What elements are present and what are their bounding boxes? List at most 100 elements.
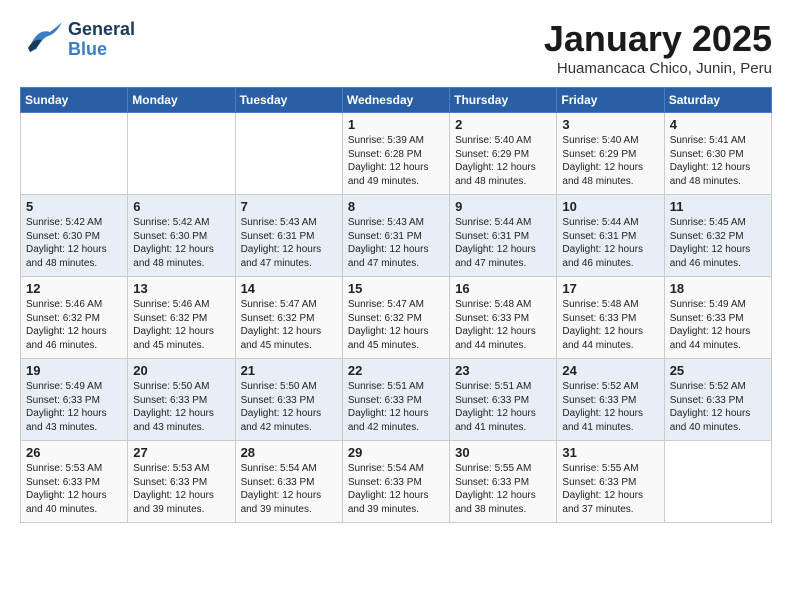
cell-info: Sunrise: 5:53 AMSunset: 6:33 PMDaylight:… <box>26 462 122 516</box>
cell-info: Sunrise: 5:54 AMSunset: 6:33 PMDaylight:… <box>348 462 444 516</box>
cell-w4-d1: 19 Sunrise: 5:49 AMSunset: 6:33 PMDayligh… <box>21 359 128 441</box>
page: General Blue January 2025 Huamancaca Chi… <box>0 0 792 612</box>
cell-w1-d4: 1 Sunrise: 5:39 AMSunset: 6:28 PMDaylight… <box>342 113 449 195</box>
cell-w2-d4: 8 Sunrise: 5:43 AMSunset: 6:31 PMDaylight… <box>342 195 449 277</box>
day-number: 18 <box>670 281 766 296</box>
logo-blue-text: Blue <box>68 40 135 60</box>
cell-info: Sunrise: 5:44 AMSunset: 6:31 PMDaylight:… <box>455 216 551 270</box>
cell-info: Sunrise: 5:53 AMSunset: 6:33 PMDaylight:… <box>133 462 229 516</box>
title-block: January 2025 Huamancaca Chico, Junin, Pe… <box>544 18 772 77</box>
cell-w2-d3: 7Sunrise: 5:43 AMSunset: 6:31 PMDaylight… <box>235 195 342 277</box>
cell-info: Sunrise: 5:55 AMSunset: 6:33 PMDaylight:… <box>455 462 551 516</box>
cell-info: Sunrise: 5:40 AMSunset: 6:29 PMDaylight:… <box>562 134 658 188</box>
day-number: 27 <box>133 445 229 460</box>
cell-w1-d1 <box>21 113 128 195</box>
cell-info: Sunrise: 5:54 AMSunset: 6:33 PMDaylight:… <box>241 462 337 516</box>
day-number: 12 <box>26 281 122 296</box>
day-number: 14 <box>241 281 337 296</box>
cell-w3-d4: 15 Sunrise: 5:47 AMSunset: 6:32 PMDayligh… <box>342 277 449 359</box>
cell-w1-d6: 3 Sunrise: 5:40 AMSunset: 6:29 PMDaylight… <box>557 113 664 195</box>
day-number: 3 <box>562 117 658 132</box>
cell-w5-d5: 30 Sunrise: 5:55 AMSunset: 6:33 PMDayligh… <box>450 441 557 523</box>
day-number: 31 <box>562 445 658 460</box>
cell-info: Sunrise: 5:45 AMSunset: 6:32 PMDaylight:… <box>670 216 766 270</box>
col-wednesday: Wednesday <box>342 88 449 113</box>
cell-w2-d2: 6 Sunrise: 5:42 AMSunset: 6:30 PMDaylight… <box>128 195 235 277</box>
cell-info: Sunrise: 5:43 AMSunset: 6:31 PMDaylight:… <box>348 216 444 270</box>
day-number: 6 <box>133 199 229 214</box>
cell-info: Sunrise: 5:52 AMSunset: 6:33 PMDaylight:… <box>562 380 658 434</box>
col-saturday: Saturday <box>664 88 771 113</box>
day-number: 20 <box>133 363 229 378</box>
cell-info: Sunrise: 5:46 AMSunset: 6:32 PMDaylight:… <box>133 298 229 352</box>
col-tuesday: Tuesday <box>235 88 342 113</box>
cell-w4-d2: 20 Sunrise: 5:50 AMSunset: 6:33 PMDayligh… <box>128 359 235 441</box>
cell-w2-d1: 5Sunrise: 5:42 AMSunset: 6:30 PMDaylight… <box>21 195 128 277</box>
day-number: 23 <box>455 363 551 378</box>
day-number: 19 <box>26 363 122 378</box>
day-number: 10 <box>562 199 658 214</box>
cell-w3-d1: 12 Sunrise: 5:46 AMSunset: 6:32 PMDayligh… <box>21 277 128 359</box>
day-number: 13 <box>133 281 229 296</box>
cell-w4-d7: 25Sunrise: 5:52 AMSunset: 6:33 PMDayligh… <box>664 359 771 441</box>
day-number: 25 <box>670 363 766 378</box>
cell-info: Sunrise: 5:51 AMSunset: 6:33 PMDaylight:… <box>455 380 551 434</box>
col-thursday: Thursday <box>450 88 557 113</box>
logo-label: General Blue <box>68 20 135 60</box>
cell-w4-d5: 23 Sunrise: 5:51 AMSunset: 6:33 PMDayligh… <box>450 359 557 441</box>
logo: General Blue <box>20 18 135 62</box>
week-row-3: 12 Sunrise: 5:46 AMSunset: 6:32 PMDayligh… <box>21 277 772 359</box>
day-number: 8 <box>348 199 444 214</box>
cell-info: Sunrise: 5:48 AMSunset: 6:33 PMDaylight:… <box>455 298 551 352</box>
cell-info: Sunrise: 5:47 AMSunset: 6:32 PMDaylight:… <box>348 298 444 352</box>
cell-info: Sunrise: 5:55 AMSunset: 6:33 PMDaylight:… <box>562 462 658 516</box>
week-row-4: 19 Sunrise: 5:49 AMSunset: 6:33 PMDayligh… <box>21 359 772 441</box>
day-number: 9 <box>455 199 551 214</box>
cell-w5-d4: 29Sunrise: 5:54 AMSunset: 6:33 PMDayligh… <box>342 441 449 523</box>
calendar-table: Sunday Monday Tuesday Wednesday Thursday… <box>20 87 772 523</box>
cell-w1-d5: 2 Sunrise: 5:40 AMSunset: 6:29 PMDaylight… <box>450 113 557 195</box>
cell-info: Sunrise: 5:48 AMSunset: 6:33 PMDaylight:… <box>562 298 658 352</box>
cell-w2-d6: 10 Sunrise: 5:44 AMSunset: 6:31 PMDayligh… <box>557 195 664 277</box>
cell-info: Sunrise: 5:42 AMSunset: 6:30 PMDaylight:… <box>133 216 229 270</box>
cell-info: Sunrise: 5:49 AMSunset: 6:33 PMDaylight:… <box>670 298 766 352</box>
cell-w4-d4: 22 Sunrise: 5:51 AMSunset: 6:33 PMDayligh… <box>342 359 449 441</box>
header: General Blue January 2025 Huamancaca Chi… <box>20 18 772 77</box>
week-row-1: 1 Sunrise: 5:39 AMSunset: 6:28 PMDaylight… <box>21 113 772 195</box>
cell-w5-d6: 31 Sunrise: 5:55 AMSunset: 6:33 PMDayligh… <box>557 441 664 523</box>
cell-w3-d2: 13 Sunrise: 5:46 AMSunset: 6:32 PMDayligh… <box>128 277 235 359</box>
cell-info: Sunrise: 5:49 AMSunset: 6:33 PMDaylight:… <box>26 380 122 434</box>
calendar-body: 1 Sunrise: 5:39 AMSunset: 6:28 PMDaylight… <box>21 113 772 523</box>
cell-w5-d1: 26Sunrise: 5:53 AMSunset: 6:33 PMDayligh… <box>21 441 128 523</box>
cell-w3-d7: 18 Sunrise: 5:49 AMSunset: 6:33 PMDayligh… <box>664 277 771 359</box>
cell-w2-d7: 11 Sunrise: 5:45 AMSunset: 6:32 PMDayligh… <box>664 195 771 277</box>
day-number: 1 <box>348 117 444 132</box>
header-row: Sunday Monday Tuesday Wednesday Thursday… <box>21 88 772 113</box>
col-monday: Monday <box>128 88 235 113</box>
day-number: 16 <box>455 281 551 296</box>
cell-info: Sunrise: 5:50 AMSunset: 6:33 PMDaylight:… <box>133 380 229 434</box>
day-number: 17 <box>562 281 658 296</box>
cell-w1-d2 <box>128 113 235 195</box>
day-number: 11 <box>670 199 766 214</box>
cell-info: Sunrise: 5:46 AMSunset: 6:32 PMDaylight:… <box>26 298 122 352</box>
day-number: 21 <box>241 363 337 378</box>
cell-info: Sunrise: 5:51 AMSunset: 6:33 PMDaylight:… <box>348 380 444 434</box>
cell-info: Sunrise: 5:44 AMSunset: 6:31 PMDaylight:… <box>562 216 658 270</box>
day-number: 28 <box>241 445 337 460</box>
cell-w1-d3 <box>235 113 342 195</box>
cell-w1-d7: 4Sunrise: 5:41 AMSunset: 6:30 PMDaylight… <box>664 113 771 195</box>
day-number: 15 <box>348 281 444 296</box>
cell-w5-d3: 28 Sunrise: 5:54 AMSunset: 6:33 PMDayligh… <box>235 441 342 523</box>
cell-info: Sunrise: 5:40 AMSunset: 6:29 PMDaylight:… <box>455 134 551 188</box>
day-number: 30 <box>455 445 551 460</box>
day-number: 22 <box>348 363 444 378</box>
cell-w3-d6: 17 Sunrise: 5:48 AMSunset: 6:33 PMDayligh… <box>557 277 664 359</box>
month-title: January 2025 <box>544 18 772 60</box>
week-row-5: 26Sunrise: 5:53 AMSunset: 6:33 PMDayligh… <box>21 441 772 523</box>
subtitle: Huamancaca Chico, Junin, Peru <box>544 60 772 77</box>
cell-w4-d6: 24Sunrise: 5:52 AMSunset: 6:33 PMDayligh… <box>557 359 664 441</box>
day-number: 2 <box>455 117 551 132</box>
cell-info: Sunrise: 5:39 AMSunset: 6:28 PMDaylight:… <box>348 134 444 188</box>
cell-info: Sunrise: 5:42 AMSunset: 6:30 PMDaylight:… <box>26 216 122 270</box>
